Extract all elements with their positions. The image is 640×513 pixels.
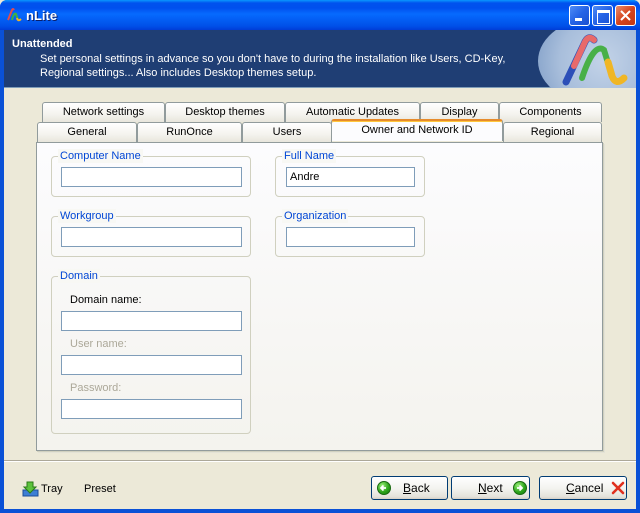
organization-input[interactable] bbox=[286, 227, 415, 247]
tab-owner-and-network-id[interactable]: Owner and Network ID bbox=[331, 119, 503, 141]
footer-divider bbox=[4, 460, 636, 462]
user-name-label: User name: bbox=[70, 338, 127, 350]
workgroup-legend: Workgroup bbox=[58, 209, 116, 223]
domain-name-label: Domain name: bbox=[70, 294, 142, 306]
full-name-legend: Full Name bbox=[282, 149, 337, 163]
title-bar[interactable]: nLite bbox=[0, 0, 640, 30]
nlite-window: nLite Unattended Set personal settings i… bbox=[0, 0, 640, 513]
back-label: ack bbox=[411, 481, 430, 495]
tab-users[interactable]: Users bbox=[242, 122, 332, 142]
back-arrow-icon bbox=[377, 481, 391, 495]
computer-name-input[interactable] bbox=[61, 167, 242, 187]
next-button[interactable]: Next bbox=[451, 476, 530, 500]
header-logo-area bbox=[536, 30, 636, 88]
tab-network-settings[interactable]: Network settings bbox=[42, 102, 165, 122]
nlite-logo-icon bbox=[7, 8, 22, 22]
password-label: Password: bbox=[70, 382, 122, 394]
nlite-logo-icon bbox=[562, 34, 628, 86]
next-accel: N bbox=[478, 481, 487, 495]
tab-runonce[interactable]: RunOnce bbox=[137, 122, 242, 142]
cancel-label: ancel bbox=[574, 481, 604, 495]
client-area: Unattended Set personal settings in adva… bbox=[4, 30, 636, 509]
maximize-button[interactable] bbox=[592, 5, 613, 26]
tray-button[interactable]: Tray bbox=[22, 479, 63, 499]
cancel-x-icon bbox=[612, 481, 625, 495]
workgroup-input[interactable] bbox=[61, 227, 242, 247]
window-title: nLite bbox=[26, 8, 58, 23]
tab-desktop-themes[interactable]: Desktop themes bbox=[165, 102, 285, 122]
page-description: Set personal settings in advance so you … bbox=[40, 52, 540, 80]
back-accel: B bbox=[403, 481, 412, 495]
tab-regional[interactable]: Regional bbox=[503, 122, 602, 142]
organization-legend: Organization bbox=[282, 209, 349, 223]
tab-general[interactable]: General bbox=[37, 122, 137, 142]
full-name-input[interactable] bbox=[286, 167, 415, 187]
page-header: Unattended Set personal settings in adva… bbox=[4, 30, 636, 88]
page-description-line: Set personal settings in advance so you … bbox=[40, 53, 506, 65]
close-button[interactable] bbox=[615, 5, 636, 26]
minimize-button[interactable] bbox=[569, 5, 590, 26]
cancel-button[interactable]: Cancel bbox=[539, 476, 627, 500]
tray-label: Tray bbox=[41, 483, 63, 495]
domain-legend: Domain bbox=[58, 269, 100, 283]
next-label: ext bbox=[486, 481, 503, 495]
close-icon bbox=[620, 10, 631, 21]
user-name-input[interactable] bbox=[61, 355, 242, 375]
tray-download-icon bbox=[22, 481, 39, 497]
password-input[interactable] bbox=[61, 399, 242, 419]
tab-panel: Computer Name Full Name Workgroup Organi… bbox=[36, 142, 603, 451]
preset-button[interactable]: Preset bbox=[84, 483, 116, 495]
cancel-accel: C bbox=[566, 481, 575, 495]
page-title: Unattended bbox=[12, 38, 73, 50]
next-arrow-icon bbox=[512, 481, 527, 495]
back-button[interactable]: Back bbox=[371, 476, 448, 500]
tab-components[interactable]: Components bbox=[499, 102, 602, 122]
page-description-line: Regional settings... Also includes Deskt… bbox=[40, 67, 317, 79]
domain-name-input[interactable] bbox=[61, 311, 242, 331]
computer-name-legend: Computer Name bbox=[58, 149, 143, 163]
